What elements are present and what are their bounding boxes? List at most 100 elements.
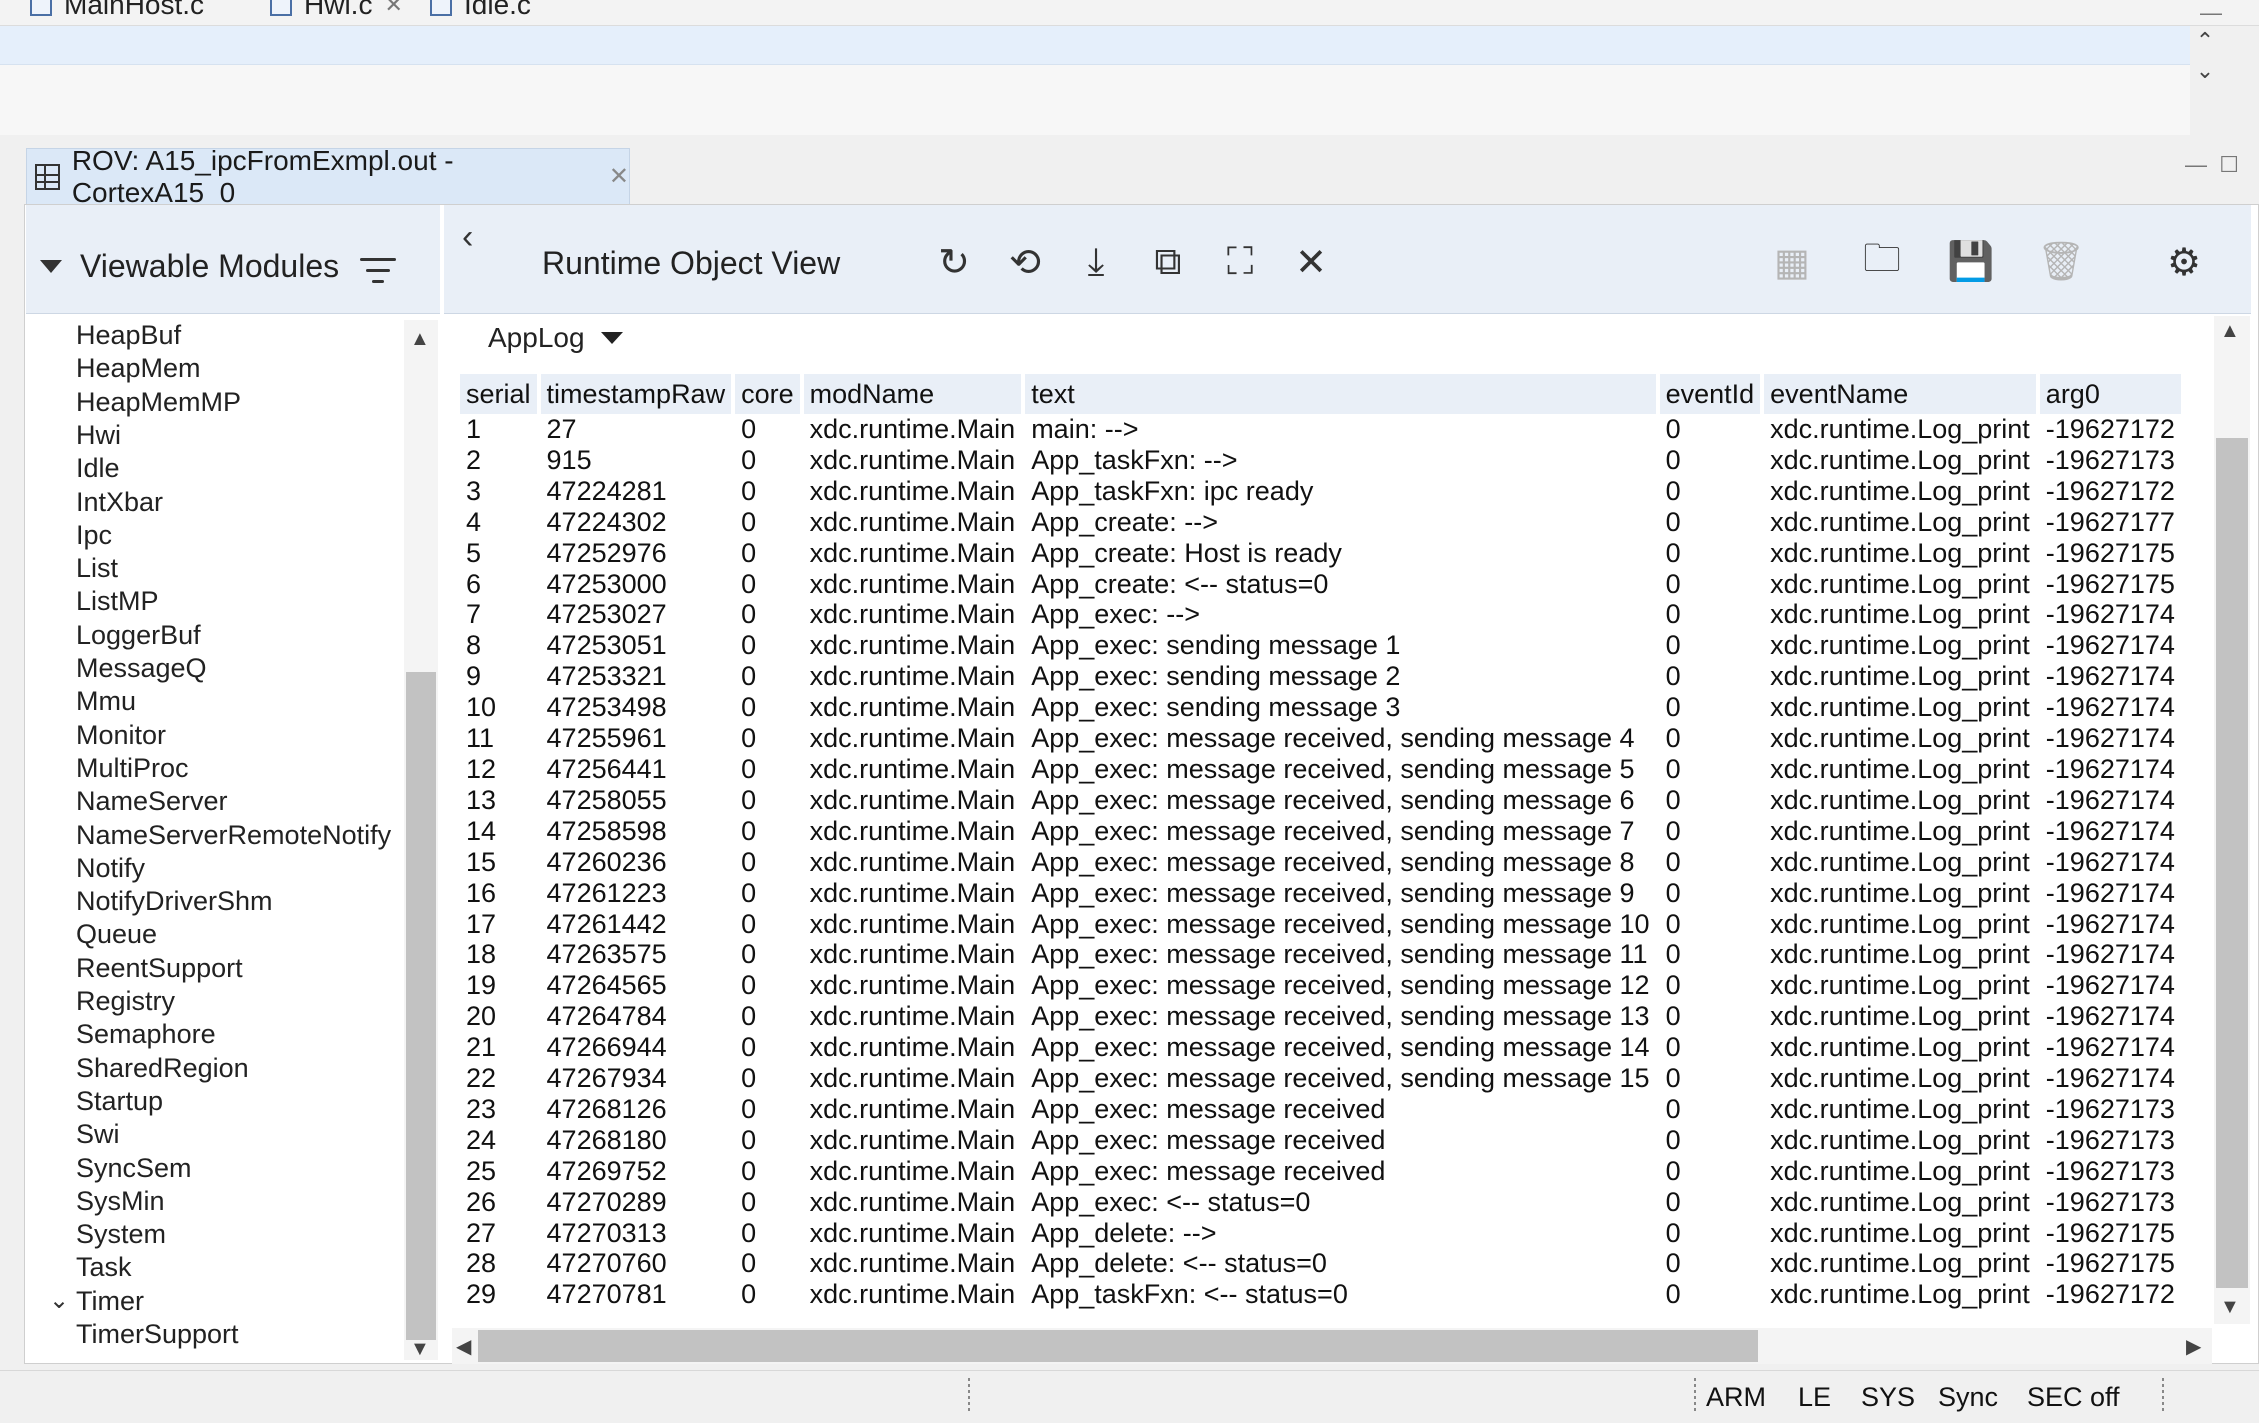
table-row[interactable]: 14 47258598 0 xdc.runtime.Main App_exec: mes…	[460, 816, 2181, 847]
module-item[interactable]: Startup	[76, 1086, 163, 1117]
module-item[interactable]: Idle	[76, 453, 120, 484]
table-row[interactable]: 6 47253000 0 xdc.runtime.Main App_create: <-…	[460, 569, 2181, 600]
settings-icon[interactable]: ⚙	[2162, 240, 2206, 284]
minimize-maximize-icon[interactable]: — ☐	[2185, 152, 2239, 178]
back-chevron-icon[interactable]: ‹	[462, 218, 473, 257]
close-icon[interactable]: ✕	[1289, 240, 1333, 284]
module-item[interactable]: Swi	[76, 1119, 120, 1150]
table-row[interactable]: 16 47261223 0 xdc.runtime.Main App_exec: mes…	[460, 878, 2181, 909]
module-item[interactable]: MultiProc	[76, 753, 189, 784]
status-sys[interactable]: SYS	[1861, 1382, 1915, 1413]
scroll-up-icon[interactable]: ▲	[410, 328, 430, 351]
module-item[interactable]: Queue	[76, 919, 157, 950]
module-item[interactable]: SysMin	[76, 1186, 165, 1217]
module-item[interactable]: SyncSem	[76, 1153, 192, 1184]
view-selector[interactable]: AppLog	[488, 322, 623, 354]
module-item[interactable]: LoggerBuf	[76, 620, 201, 651]
modules-title[interactable]: Viewable Modules	[40, 248, 339, 285]
download-icon[interactable]: ⤓	[1074, 240, 1118, 284]
scroll-up-icon[interactable]: ▲	[2220, 320, 2240, 343]
module-item[interactable]: Monitor	[76, 720, 166, 751]
module-item[interactable]: HeapMem	[76, 353, 201, 384]
module-item[interactable]: List	[76, 553, 118, 584]
select-all-icon[interactable]: ⧉	[1146, 240, 1190, 284]
rov-view-tab[interactable]: ROV: A15_ipcFromExmpl.out - CortexA15_0 …	[26, 145, 630, 208]
table-row[interactable]: 2 915 0 xdc.runtime.Main App_taskFxn: --> 0 xd…	[460, 445, 2181, 476]
module-list-scroll-thumb[interactable]	[406, 672, 436, 1340]
editor-tab-mainhost[interactable]: MainHost.c	[30, 0, 204, 20]
column-header-modName[interactable]: modName	[803, 374, 1022, 414]
table-row[interactable]: 23 47268126 0 xdc.runtime.Main App_exec: mes…	[460, 1094, 2181, 1125]
scroll-down-icon[interactable]: ▼	[410, 1338, 430, 1361]
module-item[interactable]: SharedRegion	[76, 1053, 249, 1084]
table-row[interactable]: 13 47258055 0 xdc.runtime.Main App_exec: mes…	[460, 785, 2181, 816]
expand-chevron-icon[interactable]: ⌄	[49, 1286, 69, 1315]
module-item[interactable]: Task	[76, 1252, 132, 1283]
table-row[interactable]: 15 47260236 0 xdc.runtime.Main App_exec: mes…	[460, 847, 2181, 878]
table-row[interactable]: 29 47270781 0 xdc.runtime.Main App_taskFxn: …	[460, 1279, 2181, 1310]
column-header-core[interactable]: core	[735, 374, 800, 414]
column-header-eventName[interactable]: eventName	[1764, 374, 2036, 414]
minimize-icon[interactable]: —	[2200, 0, 2222, 26]
table-row[interactable]: 4 47224302 0 xdc.runtime.Main App_create: --…	[460, 507, 2181, 538]
scroll-right-icon[interactable]: ▶	[2186, 1334, 2201, 1359]
table-row[interactable]: 24 47268180 0 xdc.runtime.Main App_exec: mes…	[460, 1125, 2181, 1156]
table-row[interactable]: 20 47264784 0 xdc.runtime.Main App_exec: mes…	[460, 1001, 2181, 1032]
table-row[interactable]: 17 47261442 0 xdc.runtime.Main App_exec: mes…	[460, 909, 2181, 940]
dashboard-icon[interactable]: ▦	[1770, 240, 1814, 284]
collapse-icon[interactable]	[40, 260, 62, 273]
module-item[interactable]: Ipc	[76, 520, 112, 551]
status-sync[interactable]: Sync	[1938, 1382, 1998, 1413]
table-row[interactable]: 18 47263575 0 xdc.runtime.Main App_exec: mes…	[460, 939, 2181, 970]
table-row[interactable]: 5 47252976 0 xdc.runtime.Main App_create: Ho…	[460, 538, 2181, 569]
table-row[interactable]: 27 47270313 0 xdc.runtime.Main App_delete: -…	[460, 1218, 2181, 1249]
refresh-icon[interactable]: ↻	[932, 240, 976, 284]
editor-tab-hwi[interactable]: Hwi.c ✕	[270, 0, 403, 20]
scroll-left-icon[interactable]: ◀	[456, 1334, 471, 1359]
close-icon[interactable]: ✕	[384, 0, 402, 18]
table-row[interactable]: 7 47253027 0 xdc.runtime.Main App_exec: --> 0…	[460, 599, 2181, 630]
table-row[interactable]: 11 47255961 0 xdc.runtime.Main App_exec: mes…	[460, 723, 2181, 754]
module-item[interactable]: Registry	[76, 986, 175, 1017]
fullscreen-icon[interactable]: ⛶	[1218, 240, 1262, 284]
table-row[interactable]: 10 47253498 0 xdc.runtime.Main App_exec: sen…	[460, 692, 2181, 723]
module-item[interactable]: Semaphore	[76, 1019, 216, 1050]
trash-icon[interactable]: 🗑	[2037, 240, 2085, 284]
editor-scroll-arrows[interactable]: ⌃ ⌄	[2190, 26, 2220, 96]
column-header-eventId[interactable]: eventId	[1659, 374, 1761, 414]
module-item[interactable]: NameServer	[76, 786, 228, 817]
module-item[interactable]: NotifyDriverShm	[76, 886, 273, 917]
status-le[interactable]: LE	[1798, 1382, 1831, 1413]
continuous-refresh-icon[interactable]: ⟲	[1003, 240, 1047, 284]
table-row[interactable]: 26 47270289 0 xdc.runtime.Main App_exec: <--…	[460, 1187, 2181, 1218]
module-item[interactable]: System	[76, 1219, 166, 1250]
scroll-down-icon[interactable]: ▼	[2220, 1296, 2240, 1319]
table-horizontal-scroll-thumb[interactable]	[478, 1330, 1758, 1362]
module-item[interactable]: TimerSupport	[76, 1319, 239, 1350]
table-row[interactable]: 19 47264565 0 xdc.runtime.Main App_exec: mes…	[460, 970, 2181, 1001]
table-row[interactable]: 28 47270760 0 xdc.runtime.Main App_delete: <…	[460, 1248, 2181, 1279]
status-sec[interactable]: SEC off	[2027, 1382, 2120, 1413]
module-item[interactable]: Hwi	[76, 420, 121, 451]
table-row[interactable]: 8 47253051 0 xdc.runtime.Main App_exec: send…	[460, 630, 2181, 661]
table-row[interactable]: 3 47224281 0 xdc.runtime.Main App_taskFxn: i…	[460, 476, 2181, 507]
module-item[interactable]: NameServerRemoteNotify	[76, 820, 391, 851]
table-row[interactable]: 12 47256441 0 xdc.runtime.Main App_exec: mes…	[460, 754, 2181, 785]
module-item[interactable]: Mmu	[76, 686, 136, 717]
column-header-arg0[interactable]: arg0	[2039, 374, 2181, 414]
table-row[interactable]: 22 47267934 0 xdc.runtime.Main App_exec: mes…	[460, 1063, 2181, 1094]
module-item[interactable]: ⌄ Timer	[49, 1286, 144, 1317]
module-item[interactable]: HeapBuf	[76, 320, 181, 351]
table-vertical-scroll-thumb[interactable]	[2216, 438, 2248, 1288]
module-item[interactable]: HeapMemMP	[76, 387, 241, 418]
editor-tab-idle[interactable]: Idle.c	[430, 0, 531, 20]
table-row[interactable]: 21 47266944 0 xdc.runtime.Main App_exec: mes…	[460, 1032, 2181, 1063]
filter-icon[interactable]	[360, 258, 396, 284]
module-item[interactable]: ListMP	[76, 586, 159, 617]
save-icon[interactable]: 💾	[1947, 240, 1994, 284]
column-header-serial[interactable]: serial	[460, 374, 537, 414]
close-icon[interactable]: ✕	[609, 162, 629, 191]
status-arm[interactable]: ARM	[1706, 1382, 1766, 1413]
module-item[interactable]: MessageQ	[76, 653, 207, 684]
module-item[interactable]: Notify	[76, 853, 145, 884]
